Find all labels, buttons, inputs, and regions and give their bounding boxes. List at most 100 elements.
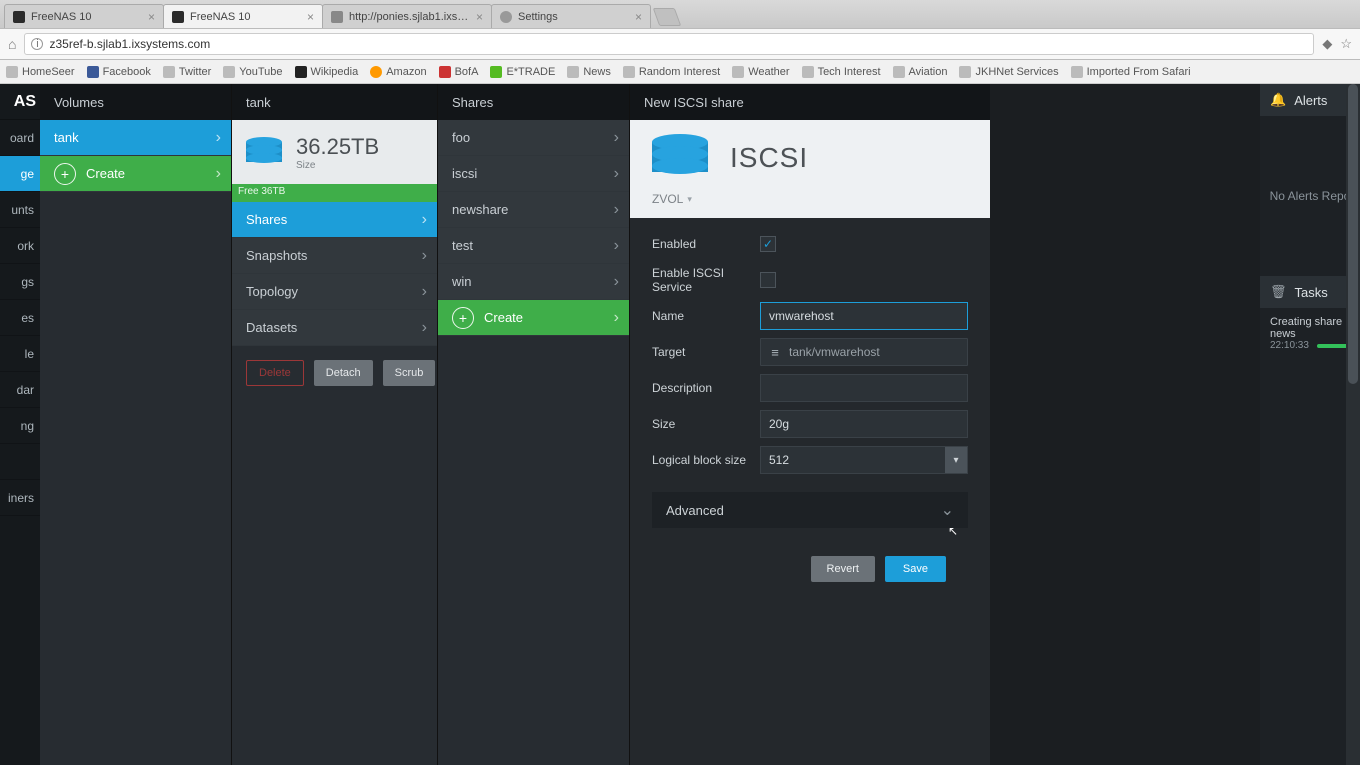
app-root: AS oard ge unts ork gs es le dar ng iner…	[0, 84, 1360, 765]
detach-button[interactable]: Detach	[314, 360, 373, 386]
new-tab-button[interactable]	[653, 8, 682, 26]
volume-label: tank	[54, 130, 79, 145]
volumes-header: Volumes	[40, 84, 231, 120]
browser-tab-3[interactable]: Settings ×	[491, 4, 651, 28]
form-header: New ISCSI share	[630, 84, 990, 120]
task-item[interactable]: Creating share news 22:10:33	[1270, 316, 1350, 351]
revert-button[interactable]: Revert	[811, 556, 875, 582]
bookmark-icon	[959, 66, 971, 78]
nav-dashboard[interactable]: oard	[0, 120, 40, 156]
chevron-right-icon: ›	[614, 309, 619, 327]
create-volume-button[interactable]: + Create ›	[40, 156, 231, 192]
bookmark-star-icon[interactable]: ☆	[1340, 36, 1352, 52]
enable-service-checkbox[interactable]	[760, 272, 776, 288]
tab-close-icon[interactable]: ×	[148, 10, 155, 24]
share-item-iscsi[interactable]: iscsi›	[438, 156, 629, 192]
disk-icon	[652, 134, 708, 182]
share-item-newshare[interactable]: newshare›	[438, 192, 629, 228]
nav-blank[interactable]	[0, 444, 40, 480]
bookmark-icon	[490, 66, 502, 78]
size-input[interactable]	[760, 410, 968, 438]
nav-reporting[interactable]: ng	[0, 408, 40, 444]
tab-favicon	[331, 11, 343, 23]
share-item-test[interactable]: test›	[438, 228, 629, 264]
browser-tab-1[interactable]: FreeNAS 10 ×	[163, 4, 323, 28]
create-share-button[interactable]: + Create ›	[438, 300, 629, 336]
empty-space	[990, 84, 1260, 765]
bookmark-item[interactable]: BofA	[439, 66, 479, 78]
enable-service-label: Enable ISCSI Service	[652, 266, 760, 294]
bookmark-icon	[370, 66, 382, 78]
lbs-select[interactable]: 512 ▾	[760, 446, 968, 474]
volume-item-tank[interactable]: tank ›	[40, 120, 231, 156]
nav-calendar[interactable]: dar	[0, 372, 40, 408]
enabled-checkbox[interactable]: ✓	[760, 236, 776, 252]
share-item-foo[interactable]: foo›	[438, 120, 629, 156]
nav-settings[interactable]: gs	[0, 264, 40, 300]
bookmark-icon	[802, 66, 814, 78]
bookmark-item[interactable]: Wikipedia	[295, 66, 359, 78]
tank-menu-snapshots[interactable]: Snapshots ›	[232, 238, 437, 274]
create-label: Create	[86, 166, 125, 181]
bookmark-item[interactable]: Imported From Safari	[1071, 66, 1191, 78]
site-info-icon[interactable]: i	[31, 38, 43, 50]
volume-size-label: Size	[296, 160, 379, 171]
url-input[interactable]: i z35ref-b.sjlab1.ixsystems.com	[24, 33, 1314, 55]
bookmark-item[interactable]: Facebook	[87, 66, 151, 78]
bookmark-item[interactable]: Amazon	[370, 66, 426, 78]
bookmark-item[interactable]: Random Interest	[623, 66, 720, 78]
save-button[interactable]: Save	[885, 556, 946, 582]
nav-network[interactable]: ork	[0, 228, 40, 264]
bookmark-icon	[439, 66, 451, 78]
bookmark-item[interactable]: Weather	[732, 66, 789, 78]
tank-menu-datasets[interactable]: Datasets ›	[232, 310, 437, 346]
nav-services[interactable]: es	[0, 300, 40, 336]
browser-tab-0[interactable]: FreeNAS 10 ×	[4, 4, 164, 28]
volume-size-value: 36.25TB	[296, 134, 379, 160]
form-body: Enabled ✓ Enable ISCSI Service Name Targ…	[630, 218, 990, 628]
name-input[interactable]	[760, 302, 968, 330]
tab-close-icon[interactable]: ×	[307, 10, 314, 24]
advanced-toggle[interactable]: Advanced ⌄ ↖	[652, 492, 968, 528]
bookmark-icon	[567, 66, 579, 78]
form-subtype-dropdown[interactable]: ZVOL ▾	[630, 192, 990, 218]
extension-icon[interactable]: ◆	[1322, 36, 1332, 52]
description-input[interactable]	[760, 374, 968, 402]
bookmark-item[interactable]: Twitter	[163, 66, 211, 78]
tasks-header[interactable]: 🗑 Tasks	[1260, 276, 1360, 308]
target-input[interactable]: ≡ tank/vmwarehost	[760, 338, 968, 366]
scrub-button[interactable]: Scrub	[383, 360, 436, 386]
bookmark-icon	[223, 66, 235, 78]
home-icon[interactable]: ⌂	[8, 36, 16, 52]
delete-button[interactable]: Delete	[246, 360, 304, 386]
nav-storage[interactable]: ge	[0, 156, 40, 192]
bookmark-item[interactable]: E*TRADE	[490, 66, 555, 78]
bookmark-item[interactable]: JKHNet Services	[959, 66, 1058, 78]
alerts-header[interactable]: 🔔 Alerts	[1260, 84, 1360, 116]
tank-actions: Delete Detach Scrub	[232, 346, 437, 400]
app-logo[interactable]: AS	[0, 84, 40, 120]
chevron-down-icon: ⌄	[941, 500, 954, 520]
scrollbar-thumb[interactable]	[1348, 84, 1358, 384]
nav-accounts[interactable]: unts	[0, 192, 40, 228]
tab-close-icon[interactable]: ×	[476, 10, 483, 24]
bookmark-item[interactable]: HomeSeer	[6, 66, 75, 78]
tank-menu-shares[interactable]: Shares ›	[232, 202, 437, 238]
bookmark-item[interactable]: News	[567, 66, 611, 78]
bookmark-icon	[6, 66, 18, 78]
tank-header: tank	[232, 84, 437, 120]
alerts-empty-text: No Alerts Repo	[1260, 116, 1360, 276]
nav-console[interactable]: le	[0, 336, 40, 372]
tab-close-icon[interactable]: ×	[635, 10, 642, 24]
vertical-scrollbar[interactable]	[1346, 84, 1360, 765]
bookmark-item[interactable]: YouTube	[223, 66, 282, 78]
bookmark-item[interactable]: Tech Interest	[802, 66, 881, 78]
tank-menu-topology[interactable]: Topology ›	[232, 274, 437, 310]
bell-icon: 🔔	[1270, 92, 1286, 108]
bookmark-item[interactable]: Aviation	[893, 66, 948, 78]
right-panel: 🔔 Alerts No Alerts Repo 🗑 Tasks Creating…	[1260, 84, 1360, 765]
chevron-right-icon: ›	[216, 165, 221, 183]
share-item-win[interactable]: win›	[438, 264, 629, 300]
browser-tab-2[interactable]: http://ponies.sjlab1.ixsystems ×	[322, 4, 492, 28]
nav-containers[interactable]: iners	[0, 480, 40, 516]
